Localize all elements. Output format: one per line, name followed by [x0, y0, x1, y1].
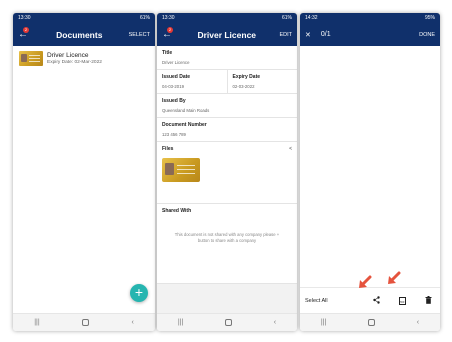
status-bar: 14:32 95% — [300, 13, 440, 23]
pdf-download-icon[interactable]: PDF — [395, 296, 409, 305]
system-nav-bar: ||| ‹ — [13, 313, 155, 331]
dates-section: Issued Date 04-03-2019 Expiry Date 02-03… — [157, 70, 297, 94]
list-item[interactable]: Driver Licence Expiry Date: 02-Mar-2022 — [13, 46, 155, 71]
document-name: Driver Licence — [47, 52, 89, 59]
selection-screen: 14:32 95% ✕ 0/1 DONE Select All PDF ||| … — [300, 13, 440, 331]
document-number-value: 123 456 789 — [162, 132, 186, 137]
edit-button[interactable]: EDIT — [279, 32, 292, 38]
home-icon[interactable] — [82, 319, 90, 326]
issued-by-value: Queensland Main Roads — [162, 108, 210, 113]
back-button[interactable]: ← 2 — [162, 26, 174, 41]
title-label: Title — [162, 50, 173, 56]
trash-icon[interactable] — [421, 295, 435, 306]
status-time: 13:30 — [18, 15, 31, 21]
system-nav-bar: ||| ‹ — [300, 313, 440, 331]
system-back-icon[interactable]: ‹ — [417, 319, 419, 326]
selection-counter: 0/1 — [320, 31, 331, 38]
issued-by-label: Issued By — [162, 98, 186, 104]
home-icon[interactable] — [225, 319, 233, 326]
status-battery: 61% — [139, 15, 150, 21]
recent-apps-icon[interactable]: ||| — [34, 319, 39, 326]
status-bar: 13:30 61% — [13, 13, 155, 23]
status-battery: 61% — [281, 15, 292, 21]
system-back-icon[interactable]: ‹ — [274, 319, 276, 326]
add-document-button[interactable]: + — [130, 284, 148, 302]
issued-date-label: Issued Date — [162, 74, 191, 80]
system-back-icon[interactable]: ‹ — [131, 319, 133, 326]
add-icon: + — [134, 284, 144, 300]
title-section: Title Driver Licence — [157, 46, 297, 70]
page-title: Driver Licence — [197, 29, 257, 40]
select-button[interactable]: SELECT — [129, 32, 150, 38]
licence-thumbnail — [19, 51, 43, 66]
status-battery: 95% — [424, 15, 435, 21]
status-time: 14:32 — [305, 15, 318, 21]
done-button[interactable]: DONE — [419, 32, 435, 38]
document-detail-screen: 13:30 61% ← 2 Driver Licence EDIT Title … — [157, 13, 297, 331]
screenshot-stage: 13:30 61% ← 2 Documents SELECT Driver Li… — [0, 0, 452, 342]
shared-with-section: Shared With This document is not shared … — [157, 204, 297, 284]
close-icon[interactable]: ✕ — [305, 31, 311, 39]
status-bar: 13:30 61% — [157, 13, 297, 23]
document-number-label: Document Number — [162, 122, 207, 128]
share-icon[interactable] — [369, 295, 383, 306]
shared-with-label: Shared With — [162, 208, 192, 214]
pdf-label: PDF — [398, 296, 406, 305]
app-bar: ← 2 Documents SELECT — [13, 23, 155, 46]
app-bar: ← 2 Driver Licence EDIT — [157, 23, 297, 46]
recent-apps-icon[interactable]: ||| — [321, 319, 326, 326]
status-time: 13:30 — [162, 15, 175, 21]
notification-badge: 2 — [167, 26, 173, 33]
app-bar: ✕ 0/1 DONE — [300, 23, 440, 46]
share-pointer-arrow — [359, 275, 372, 288]
shared-with-note: This document is not shared with any com… — [174, 232, 280, 243]
expiry-date-label: Expiry Date — [232, 74, 261, 80]
detail-panel: Title Driver Licence Issued Date 04-03-2… — [157, 46, 297, 313]
document-expiry: Expiry Date: 02-Mar-2022 — [47, 60, 102, 65]
recent-apps-icon[interactable]: ||| — [178, 319, 183, 326]
home-icon[interactable] — [368, 319, 376, 326]
system-nav-bar: ||| ‹ — [157, 313, 297, 331]
notification-badge: 2 — [23, 26, 29, 33]
files-section: Files < — [157, 142, 297, 204]
files-label: Files — [162, 146, 174, 152]
documents-screen: 13:30 61% ← 2 Documents SELECT Driver Li… — [13, 13, 155, 331]
select-all-button[interactable]: Select All — [305, 298, 357, 304]
file-thumbnail[interactable] — [162, 158, 200, 182]
issued-date-value: 04-03-2019 — [162, 84, 184, 89]
pdf-pointer-arrow — [388, 271, 401, 284]
issued-by-section: Issued By Queensland Main Roads — [157, 94, 297, 118]
title-value: Driver Licence — [162, 60, 190, 65]
page-title: Documents — [56, 29, 103, 40]
document-number-section: Document Number 123 456 789 — [157, 118, 297, 142]
expiry-date-value: 02-03-2022 — [232, 84, 255, 89]
share-icon[interactable]: < — [289, 146, 292, 152]
back-button[interactable]: ← 2 — [18, 26, 30, 41]
